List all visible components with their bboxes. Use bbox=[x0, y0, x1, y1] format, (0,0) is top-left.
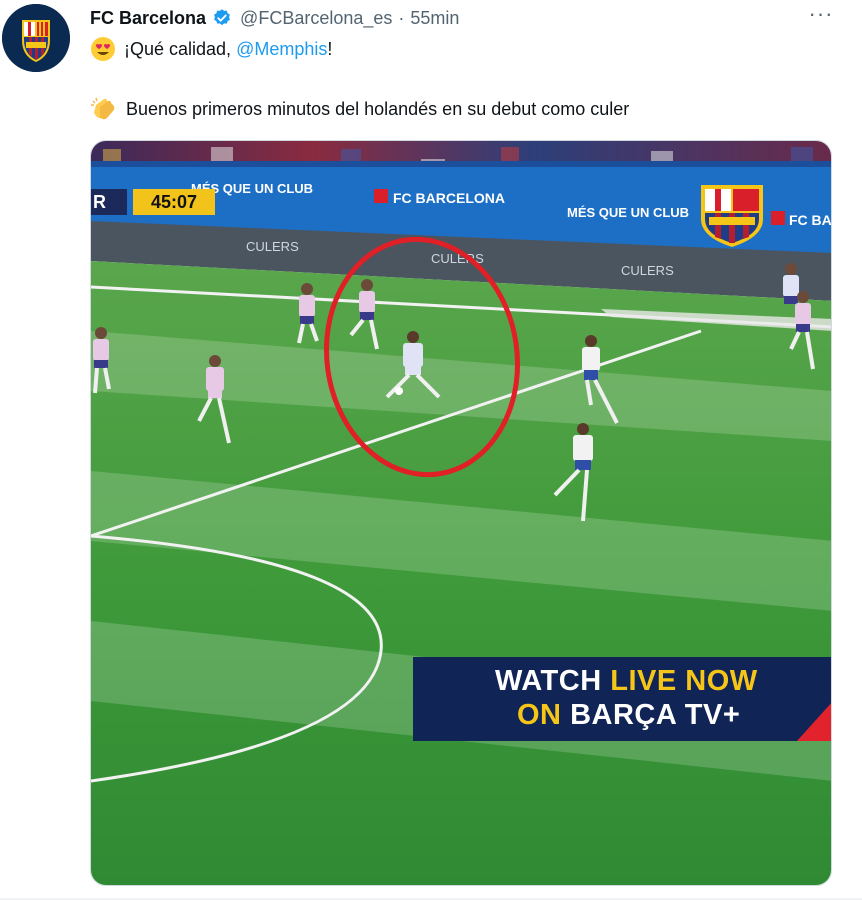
barca-crest-icon bbox=[2, 4, 70, 72]
author-handle[interactable]: @FCBarcelona_es bbox=[240, 8, 392, 29]
watch-live-banner: WATCH LIVE NOW ON BARÇA TV+ bbox=[413, 657, 831, 741]
avatar[interactable] bbox=[2, 4, 70, 72]
watch-live-line-1: WATCH LIVE NOW bbox=[495, 665, 758, 698]
header-separator: · bbox=[398, 7, 405, 28]
heart-eyes-emoji-icon bbox=[91, 37, 115, 61]
scorebug-time: 45:07 bbox=[133, 189, 215, 215]
ad-text: CULERS bbox=[621, 263, 674, 278]
more-icon[interactable]: ··· bbox=[806, 3, 836, 28]
tweet-timestamp[interactable]: 55min bbox=[410, 8, 459, 29]
watch-live-line-2: ON BARÇA TV+ bbox=[517, 699, 740, 732]
scorebug-team: R bbox=[91, 189, 127, 215]
scorebug: R 45:07 bbox=[91, 189, 215, 215]
mention-link[interactable]: @Memphis bbox=[236, 39, 327, 60]
tweet-text-suffix: ! bbox=[327, 38, 333, 59]
board-crest-icon bbox=[374, 189, 388, 203]
tweet-header: FC Barcelona @FCBarcelona_es · 55min bbox=[90, 6, 459, 30]
watch-live-white-2: BARÇA TV+ bbox=[570, 699, 741, 731]
banner-red-corner bbox=[797, 701, 831, 741]
author-name[interactable]: FC Barcelona bbox=[90, 8, 206, 29]
watch-live-yellow-1: LIVE NOW bbox=[610, 665, 758, 697]
tweet-text-line-1: ¡Qué calidad, @Memphis! bbox=[90, 36, 332, 62]
clapping-hands-emoji-icon bbox=[91, 97, 115, 120]
tweet[interactable]: FC Barcelona @FCBarcelona_es · 55min ···… bbox=[0, 0, 862, 900]
watch-live-yellow-2: ON bbox=[517, 699, 571, 731]
board-text: FC BARCELONA bbox=[393, 190, 505, 206]
ad-text: CULERS bbox=[246, 239, 299, 254]
video-frame: MÉS QUE UN CLUB FC BARCELONA MÉS QUE UN … bbox=[91, 141, 832, 885]
video-media[interactable]: MÉS QUE UN CLUB FC BARCELONA MÉS QUE UN … bbox=[90, 140, 832, 886]
tweet-text-line-2: Buenos primeros minutos del holandés en … bbox=[90, 95, 629, 123]
board-text: FC BA bbox=[789, 212, 832, 228]
tweet-text-prefix: ¡Qué calidad, bbox=[124, 38, 237, 59]
tweet-text-body: Buenos primeros minutos del holandés en … bbox=[126, 98, 630, 119]
board-text: MÉS QUE UN CLUB bbox=[567, 205, 689, 220]
watch-live-white-1: WATCH bbox=[495, 665, 611, 697]
verified-badge-icon bbox=[214, 9, 230, 26]
